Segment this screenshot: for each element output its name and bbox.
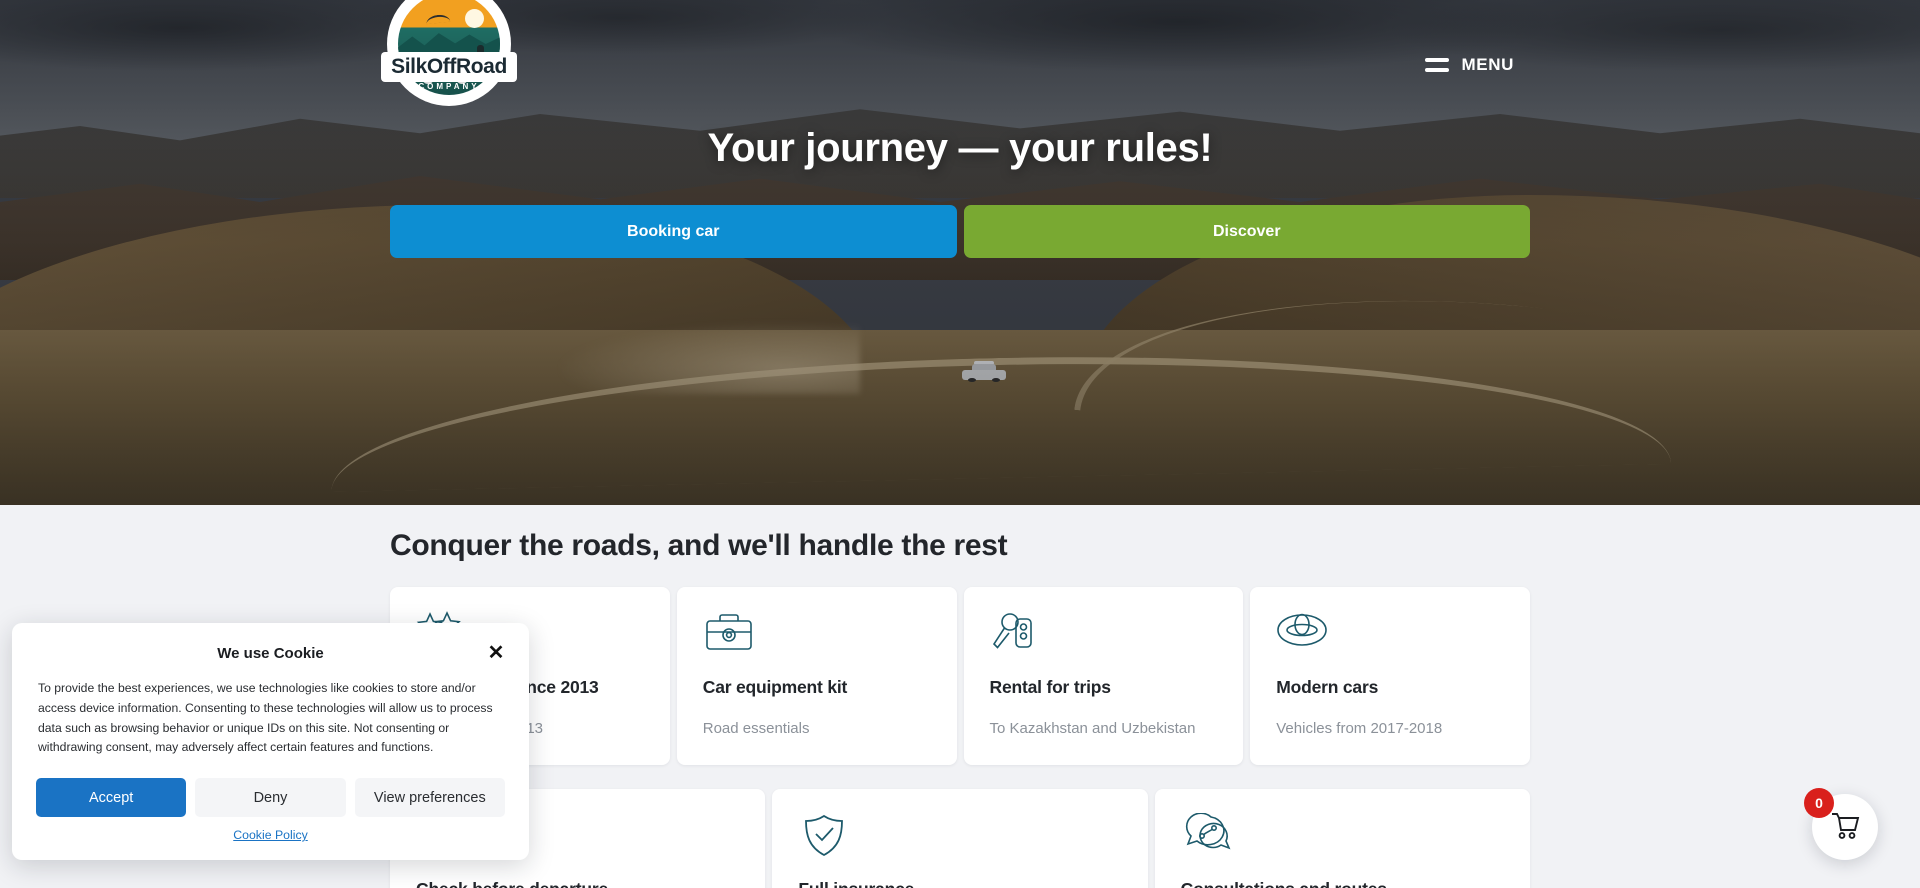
toolbox-icon bbox=[703, 611, 931, 663]
feature-title: Consultations and routes bbox=[1181, 879, 1504, 888]
shield-check-icon bbox=[798, 813, 1121, 865]
site-header: KYRGYZSTAN SilkOffRoad COMPANY MENU bbox=[0, 0, 1920, 130]
logo-name-banner: SilkOffRoad bbox=[381, 52, 517, 82]
toyota-emblem-icon bbox=[1276, 611, 1504, 663]
cookie-dialog-actions: Accept Deny View preferences bbox=[36, 774, 505, 818]
cart-count-badge: 0 bbox=[1804, 788, 1834, 818]
logo-tagline: COMPANY bbox=[418, 82, 480, 91]
discover-button[interactable]: Discover bbox=[963, 205, 1530, 258]
cookie-dialog-title: We use Cookie bbox=[217, 645, 324, 662]
hero-title: Your journey — your rules! bbox=[707, 126, 1213, 170]
cookie-dialog-header: We use Cookie ✕ bbox=[36, 641, 505, 673]
features-row-2: Check before departure Full check before… bbox=[390, 789, 1530, 888]
cookie-dialog-body: To provide the best experiences, we use … bbox=[38, 681, 493, 755]
feature-card[interactable]: Car equipment kit Road essentials bbox=[676, 587, 957, 765]
feature-title: Modern cars bbox=[1276, 677, 1379, 697]
feature-title: Check before departure bbox=[416, 879, 739, 888]
cookie-policy-link[interactable]: Cookie Policy bbox=[36, 828, 505, 842]
cookie-consent-dialog: We use Cookie ✕ To provide the best expe… bbox=[12, 623, 529, 861]
feature-title: Rental for trips bbox=[989, 677, 1111, 697]
feature-card[interactable]: Modern cars Vehicles from 2017-2018 bbox=[1250, 587, 1530, 765]
feature-subtitle: Vehicles from 2017-2018 bbox=[1276, 720, 1443, 737]
site-logo[interactable]: KYRGYZSTAN SilkOffRoad COMPANY bbox=[381, 0, 517, 120]
feature-card[interactable]: Full insurance Including comprehensive a… bbox=[772, 789, 1148, 888]
feature-subtitle: To Kazakhstan and Uzbekistan bbox=[989, 720, 1196, 737]
feature-title: Full insurance bbox=[798, 879, 1121, 888]
feature-card[interactable]: Rental for trips To Kazakhstan and Uzbek… bbox=[963, 587, 1244, 765]
shopping-cart-icon bbox=[1832, 813, 1860, 839]
chat-route-icon bbox=[1181, 813, 1504, 865]
accept-cookies-button[interactable]: Accept bbox=[36, 778, 187, 818]
car-keys-icon bbox=[990, 611, 1218, 663]
cart-button[interactable]: 0 bbox=[1804, 788, 1878, 860]
deny-cookies-button[interactable]: Deny bbox=[195, 778, 346, 818]
feature-card[interactable]: Consultations and routes Assistance with… bbox=[1154, 789, 1530, 888]
view-preferences-button[interactable]: View preferences bbox=[354, 778, 505, 818]
feature-subtitle: Road essentials bbox=[702, 720, 810, 737]
feature-title: Car equipment kit bbox=[702, 677, 848, 697]
close-icon[interactable]: ✕ bbox=[483, 640, 509, 666]
hamburger-icon bbox=[1424, 58, 1449, 72]
booking-car-button[interactable]: Booking car bbox=[390, 205, 957, 258]
logo-arc-text: KYRGYZSTAN bbox=[399, 0, 499, 18]
logo-name: SilkOffRoad bbox=[391, 55, 507, 78]
features-title: Conquer the roads, and we'll handle the … bbox=[390, 529, 1008, 562]
page-root: KYRGYZSTAN SilkOffRoad COMPANY MENU Your… bbox=[0, 0, 1920, 888]
features-row-1: Experience since 2013 Trusted since 2013… bbox=[390, 587, 1530, 765]
menu-label: MENU bbox=[1461, 55, 1514, 74]
hero-cta-group: Booking car Discover bbox=[390, 205, 1530, 258]
menu-button[interactable]: MENU bbox=[1424, 52, 1514, 78]
